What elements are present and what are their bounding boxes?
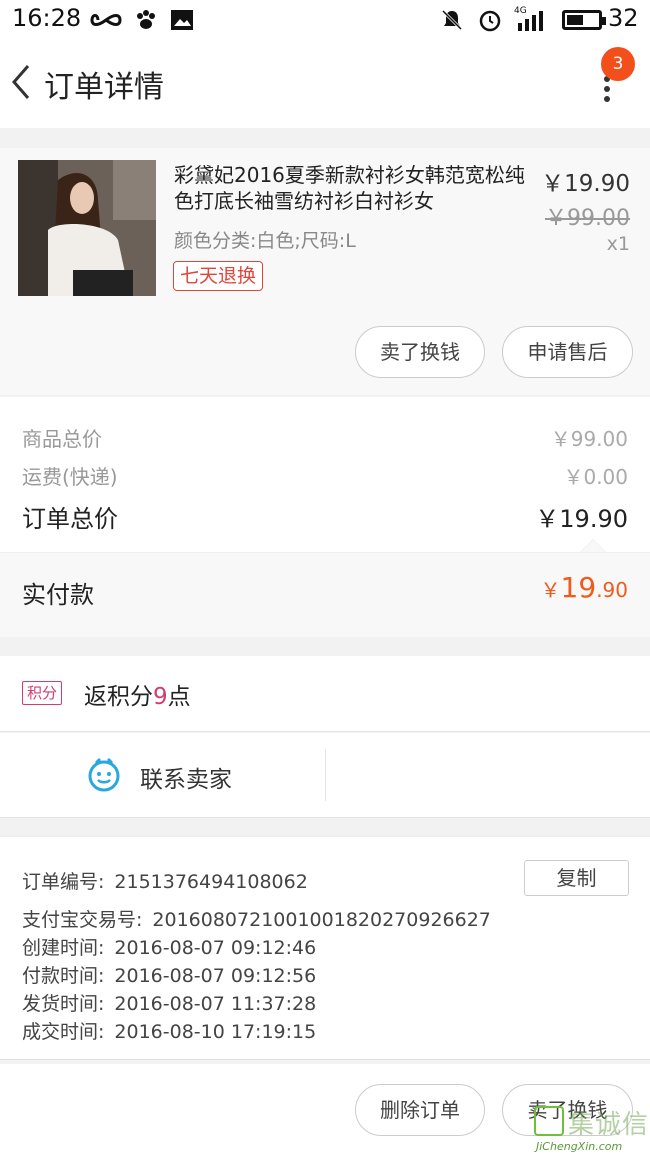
shipping-value: ￥0.00 [563, 465, 628, 489]
delete-order-button[interactable]: 删除订单 [355, 1084, 485, 1136]
back-arrow-icon[interactable] [8, 62, 36, 102]
status-bar: 16:28 4G 32 [0, 0, 650, 40]
product-price: ￥19.90 [541, 171, 630, 197]
product-card[interactable]: 彩黛妃2016夏季新款衬衫女韩范宽松纯色打底长袖雪纺衬衫白衬衫女 颜色分类:白色… [0, 148, 650, 395]
product-sku: 颜色分类:白色;尺码:L [174, 230, 356, 252]
after-sale-button[interactable]: 申请售后 [502, 326, 633, 378]
watermark-url: JiChengXin.com [536, 1140, 623, 1153]
divider [325, 749, 326, 801]
points-value: 9 [153, 684, 168, 710]
mute-icon [438, 6, 466, 34]
order-total-label: 订单总价 [22, 505, 118, 533]
paid-label: 实付款 [22, 581, 94, 609]
points-suffix: 点 [167, 684, 191, 710]
created-time-row: 创建时间: 2016-08-07 09:12:46 [22, 933, 316, 960]
watermark: 集诚信 JiChengXin.com [534, 1106, 650, 1155]
info-value: 2016-08-07 11:37:28 [114, 993, 317, 1015]
product-original-price: ￥99.00 [545, 206, 630, 231]
alarm-icon [476, 6, 504, 34]
product-thumbnail[interactable] [18, 160, 156, 296]
points-text: 返积分9点 [84, 677, 191, 711]
paid-time-row: 付款时间: 2016-08-07 09:12:56 [22, 961, 316, 988]
points-row: 积分 返积分9点 [0, 656, 650, 732]
goods-total-value: ￥99.00 [550, 427, 628, 451]
paid-decimal: .90 [596, 578, 628, 602]
watermark-text: 集诚信 [568, 1110, 650, 1140]
info-key: 创建时间: [22, 937, 105, 959]
sell-for-cash-button[interactable]: 卖了换钱 [355, 326, 485, 378]
info-key: 付款时间: [22, 965, 105, 987]
info-value: 2016080721001001820270926627 [152, 909, 491, 931]
goods-total-label: 商品总价 [22, 427, 102, 451]
info-key: 成交时间: [22, 1021, 105, 1043]
points-tag: 积分 [22, 681, 63, 705]
battery-level: 32 [608, 4, 639, 32]
copy-button[interactable]: 复制 [524, 860, 629, 896]
status-time: 16:28 [12, 4, 82, 32]
paid-value: ￥19.90 [541, 571, 628, 604]
signal-icon: 4G [512, 6, 552, 34]
contact-bar: 联系卖家 [0, 733, 650, 818]
nav-header: 订单详情 [0, 40, 650, 128]
info-key: 支付宝交易号: [22, 909, 143, 931]
chat-face-icon[interactable] [86, 757, 122, 793]
battery-icon [562, 10, 606, 30]
network-type: 4G [514, 6, 527, 16]
image-icon [168, 6, 196, 34]
info-key: 订单编号: [22, 871, 105, 893]
completed-time-row: 成交时间: 2016-08-10 17:19:15 [22, 1017, 316, 1044]
shipping-label: 运费(快递) [22, 465, 118, 489]
points-prefix: 返积分 [84, 684, 153, 710]
infinity-icon [88, 6, 124, 34]
info-value: 2016-08-07 09:12:46 [114, 937, 317, 959]
info-key: 发货时间: [22, 993, 105, 1015]
contact-seller-button[interactable]: 联系卖家 [140, 760, 232, 794]
info-value: 2016-08-07 09:12:56 [114, 965, 317, 987]
paid-amount-row: 实付款 ￥19.90 [0, 552, 650, 637]
price-summary: 商品总价 ￥99.00 运费(快递) ￥0.00 订单总价 ￥19.90 [0, 397, 650, 552]
order-info: 订单编号: 2151376494108062 复制 支付宝交易号: 20160807… [0, 836, 650, 1060]
info-value: 2016-08-10 17:19:15 [114, 1021, 317, 1043]
info-value: 2151376494108062 [114, 871, 308, 893]
product-quantity: x1 [606, 233, 630, 255]
paw-icon [132, 6, 160, 34]
page-title: 订单详情 [44, 70, 164, 105]
return-policy-tag: 七天退换 [173, 261, 264, 291]
notification-badge: 3 [601, 47, 635, 81]
caret-pointer [580, 539, 606, 552]
shipped-time-row: 发货时间: 2016-08-07 11:37:28 [22, 989, 316, 1016]
watermark-logo-icon [534, 1106, 564, 1136]
paid-integer: 19 [560, 571, 597, 604]
order-number-row: 订单编号: 2151376494108062 [22, 867, 308, 894]
alipay-trade-row: 支付宝交易号: 2016080721001001820270926627 [22, 905, 491, 932]
paid-currency: ￥ [540, 578, 561, 602]
product-title[interactable]: 彩黛妃2016夏季新款衬衫女韩范宽松纯色打底长袖雪纺衬衫白衬衫女 [174, 162, 530, 214]
order-total-value: ￥19.90 [535, 505, 628, 533]
